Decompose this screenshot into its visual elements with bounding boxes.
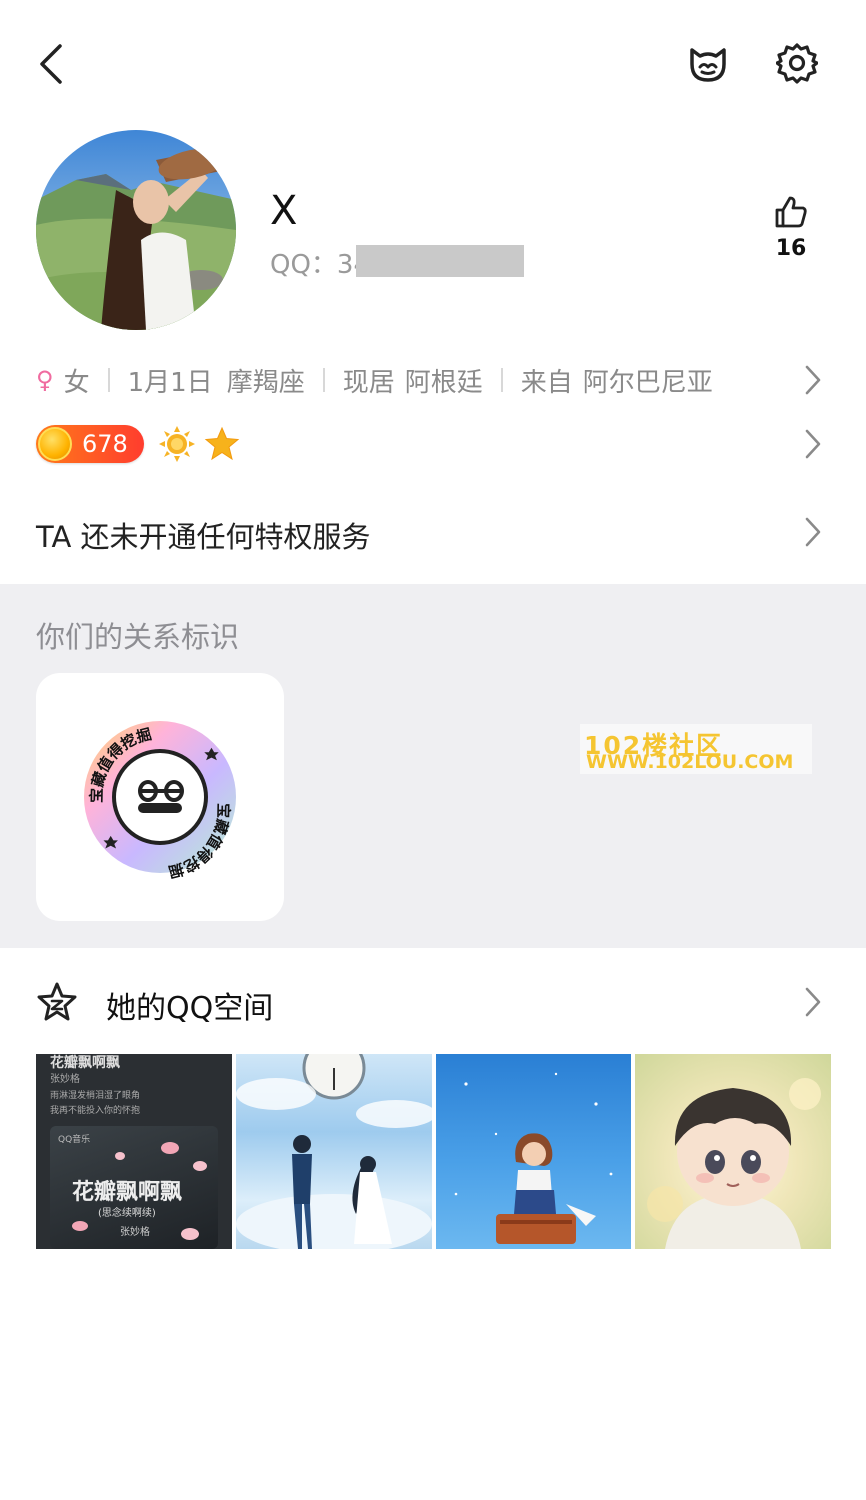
- qzone-title[interactable]: 她的QQ空间: [106, 983, 273, 1027]
- coin-icon: [38, 427, 72, 461]
- divider: [500, 368, 503, 392]
- residence: 阿根廷: [404, 367, 483, 398]
- qzone-star-icon: [37, 982, 77, 1021]
- chevron-right-icon[interactable]: [804, 986, 822, 1018]
- qzone-photo-chibi-boy[interactable]: [635, 1054, 831, 1249]
- like-button[interactable]: 16: [762, 194, 820, 261]
- settings-gear-icon[interactable]: [776, 42, 818, 84]
- cover-artist: 张妙格: [120, 1227, 150, 1238]
- thumbs-up-icon: [775, 196, 807, 228]
- song-artist: 张妙格: [50, 1074, 80, 1085]
- watermark-line2: WWW.102LOU.COM: [586, 751, 794, 773]
- star-icon: [204, 426, 240, 461]
- cover-title: 花瓣飘啊飘: [72, 1179, 183, 1205]
- lyric-line: 我再不能投入你的怀抱: [50, 1106, 141, 1116]
- cover-subtitle: (思念续啊续): [98, 1208, 156, 1219]
- profile-name: X: [270, 188, 298, 234]
- chevron-right-icon[interactable]: [804, 428, 822, 460]
- qq-number-redaction: [356, 245, 524, 277]
- like-count: 16: [775, 236, 807, 261]
- chevron-right-icon[interactable]: [804, 516, 822, 548]
- gender: 女: [63, 367, 90, 398]
- girl-illustration: [454, 1072, 612, 1244]
- couple-illustration: [235, 1054, 432, 1249]
- female-icon: ♀: [36, 366, 54, 394]
- treasure-badge-icon: 宝藏值得挖掘 宝藏值得挖掘: [84, 721, 236, 881]
- birthday: 1月1日: [127, 367, 213, 398]
- sun-icon: [159, 426, 195, 462]
- qq-level-row[interactable]: 678: [36, 424, 240, 464]
- zodiac: 摩羯座: [226, 367, 305, 398]
- pet-face-icon[interactable]: [686, 42, 730, 86]
- lyric-line: 雨淋湿发梢泪湿了眼角: [50, 1091, 141, 1101]
- hometown: 阿尔巴尼亚: [582, 367, 713, 398]
- residence-label: 现居: [342, 367, 395, 398]
- chevron-right-icon[interactable]: [804, 364, 822, 396]
- chibi-illustration: [647, 1078, 822, 1249]
- level-badge: 678: [36, 425, 144, 463]
- hometown-label: 来自: [520, 367, 573, 398]
- back-arrow-icon[interactable]: [36, 42, 66, 86]
- qzone-photo-strip: 花瓣飘啊飘 张妙格 雨淋湿发梢泪湿了眼角 我再不能投入你的怀抱 QQ音乐 花瓣飘…: [36, 1054, 831, 1249]
- watermark: 102楼社区 WWW.102LOU.COM: [580, 724, 812, 774]
- relationship-badge-card[interactable]: 宝藏值得挖掘 宝藏值得挖掘: [36, 673, 284, 921]
- qzone-photo-couple[interactable]: [235, 1054, 432, 1249]
- divider: [107, 368, 110, 392]
- level-value: 678: [82, 430, 128, 458]
- profile-info-row[interactable]: ♀ 女 1月1日 摩羯座 现居 阿根廷 来自 阿尔巴尼亚: [36, 362, 713, 398]
- qzone-photo-music[interactable]: 花瓣飘啊飘 张妙格 雨淋湿发梢泪湿了眼角 我再不能投入你的怀抱 QQ音乐 花瓣飘…: [36, 1054, 232, 1249]
- avatar[interactable]: [36, 130, 236, 330]
- qq-label: QQ：3: [270, 250, 354, 280]
- relationship-title: 你们的关系标识: [36, 620, 240, 654]
- divider: [322, 368, 325, 392]
- qzone-photo-girl-suitcase[interactable]: [435, 1054, 632, 1249]
- privilege-status[interactable]: TA 还未开通任何特权服务: [36, 514, 371, 556]
